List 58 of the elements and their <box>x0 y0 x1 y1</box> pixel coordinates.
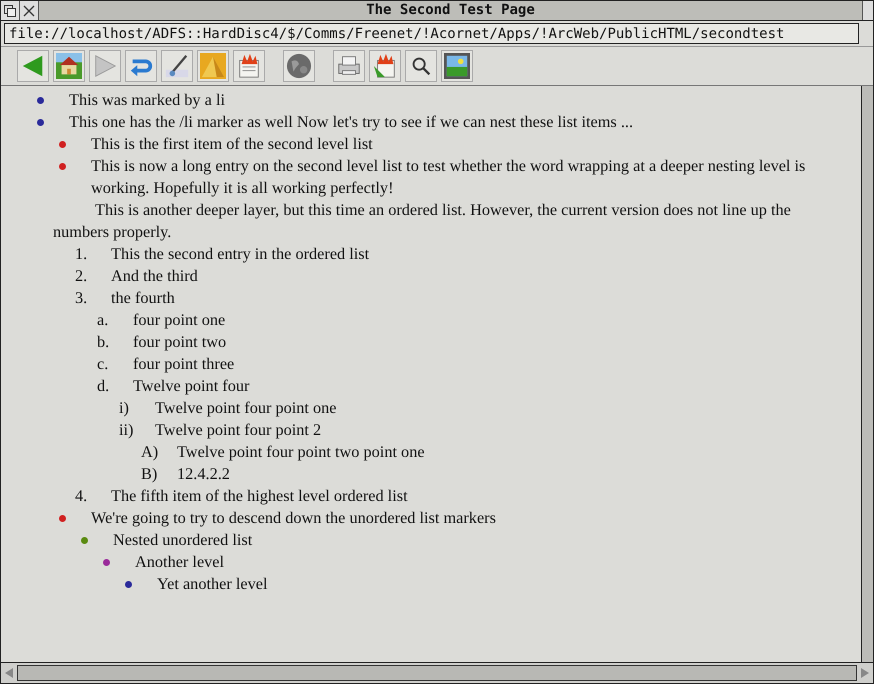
list-number: d. <box>97 375 110 397</box>
url-field[interactable]: file://localhost/ADFS::HardDisc4/$/Comms/Freenet/!Acornet/Apps/!ArcWeb/PublicHTML/secondtest <box>4 23 859 44</box>
scroll-right-icon[interactable] <box>859 667 871 679</box>
list-item-text: Twelve point four point two point one <box>177 441 426 463</box>
list-number: a. <box>97 309 110 331</box>
list-item-text: four point one <box>133 309 226 331</box>
list-number: 3. <box>75 287 88 309</box>
brush-button[interactable] <box>161 50 193 82</box>
forward-button[interactable] <box>89 50 121 82</box>
list-item-text: This is the first item of the second level list <box>91 133 374 155</box>
back-button[interactable] <box>17 50 49 82</box>
scroll-left-icon[interactable] <box>3 667 15 679</box>
paragraph-text: This is another deeper layer, but this time an ordered list. However, the current version does not line up the numbers properly. <box>52 199 792 243</box>
reload-button[interactable] <box>125 50 157 82</box>
list-item-text: 12.4.2.2 <box>177 463 231 485</box>
close-icon <box>23 4 35 16</box>
list-number: A) <box>141 441 160 463</box>
list-item-text: Yet another level <box>157 573 268 595</box>
list-item-text: This the second entry in the ordered list <box>111 243 370 265</box>
list-item-text: And the third <box>111 265 199 287</box>
flaming-page-arrow-button[interactable] <box>369 50 401 82</box>
globe-icon <box>286 53 312 79</box>
close-button[interactable] <box>20 1 39 20</box>
toggle-size-button[interactable] <box>862 1 873 20</box>
list-item-text: four point two <box>133 331 228 353</box>
list-item-text: This is now a long entry on the second level list to test whether the word wrapping at a deeper nesting level is working. Hopefully it is all working perfectly! <box>91 155 806 199</box>
list-item-text: This was marked by a li <box>69 89 226 111</box>
list-item-text: We're going to try to descend down the unordered list markers <box>91 507 497 529</box>
back-window-button[interactable] <box>1 1 20 20</box>
flaming-page-button[interactable] <box>233 50 265 82</box>
list-number: b. <box>97 331 110 353</box>
list-number: i) <box>119 397 130 419</box>
house-button[interactable] <box>53 50 85 82</box>
list-number: c. <box>97 353 110 375</box>
picture-button[interactable] <box>441 50 473 82</box>
list-item-text: Twelve point four point 2 <box>155 419 322 441</box>
window-title: The Second Test Page <box>39 1 862 20</box>
house-icon <box>56 53 82 79</box>
list-number: 4. <box>75 485 88 507</box>
globe-button[interactable] <box>283 50 315 82</box>
list-item-text: This one has the /li marker as well Now let's try to see if we can nest these list items ... <box>69 111 634 133</box>
list-number: 1. <box>75 243 88 265</box>
printer-button[interactable] <box>333 50 365 82</box>
list-item-text: Another level <box>135 551 226 573</box>
list-item-text: The fifth item of the highest level ordered list <box>111 485 409 507</box>
list-item-text: Twelve point four <box>133 375 250 397</box>
list-number: ii) <box>119 419 134 441</box>
list-item-text: four point three <box>133 353 236 375</box>
list-item-text: the fourth <box>111 287 176 309</box>
landscape-icon <box>444 53 470 79</box>
back-window-icon <box>4 4 16 16</box>
brush-icon <box>164 53 190 79</box>
list-item-text: Twelve point four point one <box>155 397 338 419</box>
pyramid-icon <box>200 53 226 79</box>
list-number: B) <box>141 463 158 485</box>
search-button[interactable] <box>405 50 437 82</box>
list-number: 2. <box>75 265 88 287</box>
list-item-text: Nested unordered list <box>113 529 254 551</box>
